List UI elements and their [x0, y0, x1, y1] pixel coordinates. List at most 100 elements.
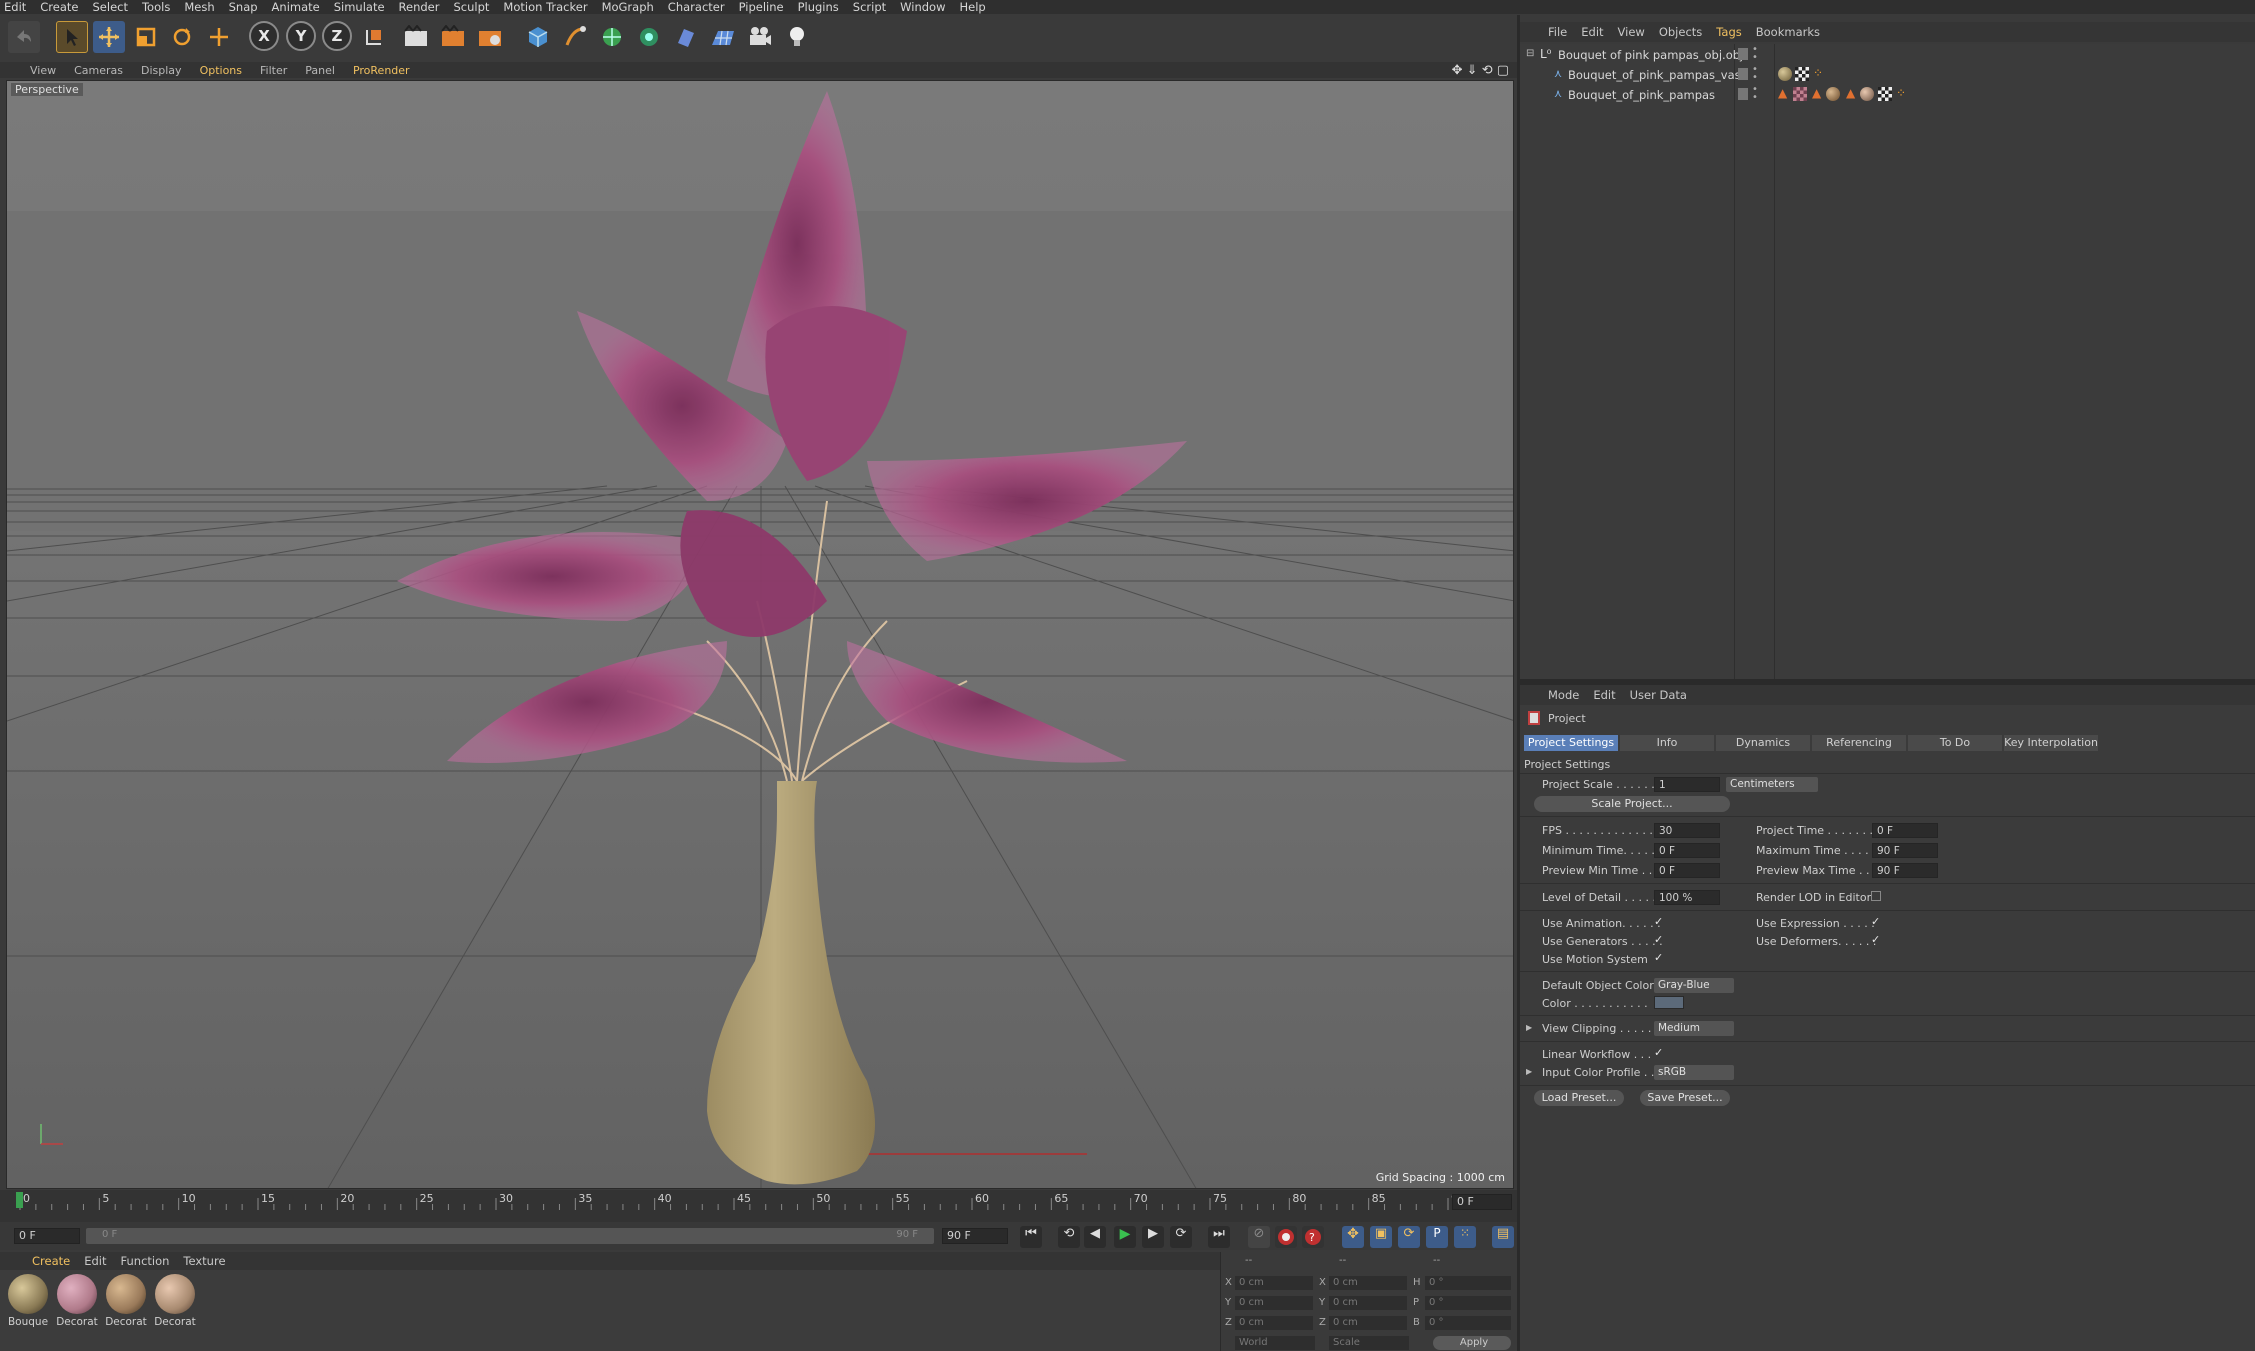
world-dropdown[interactable]: World: [1235, 1336, 1315, 1350]
cube-icon[interactable]: [522, 21, 554, 53]
key-pla-icon[interactable]: ⁙: [1454, 1226, 1476, 1248]
use-generators-checkbox[interactable]: ✓: [1654, 934, 1664, 945]
tab-project-settings[interactable]: Project Settings: [1524, 735, 1618, 751]
material-tag-icon[interactable]: [1793, 87, 1807, 101]
autokey-icon[interactable]: ?: [1302, 1226, 1324, 1248]
rotation-p-field[interactable]: 0 °: [1425, 1296, 1511, 1310]
tab-referencing[interactable]: Referencing: [1812, 735, 1906, 751]
default-object-color-dropdown[interactable]: Gray-Blue: [1654, 978, 1734, 993]
timeline-ruler[interactable]: 051015202530354045505560657075808590: [14, 1190, 1465, 1210]
view-clipping-dropdown[interactable]: Medium: [1654, 1021, 1734, 1036]
deformer-icon[interactable]: [670, 21, 702, 53]
material-swatch[interactable]: Decorat: [153, 1274, 197, 1336]
menu-tools[interactable]: Tools: [142, 0, 170, 14]
menu-window[interactable]: Window: [900, 0, 945, 14]
position-z-field[interactable]: 0 cm: [1235, 1316, 1313, 1330]
timeline-layout-icon[interactable]: ▤: [1492, 1226, 1514, 1248]
menu-snap[interactable]: Snap: [229, 0, 258, 14]
max-frame-field[interactable]: 90 F: [942, 1228, 1008, 1244]
menu-edit[interactable]: Edit: [4, 0, 26, 14]
pen-spline-icon[interactable]: [559, 21, 591, 53]
menu-create[interactable]: Create: [40, 0, 78, 14]
material-menu-function[interactable]: Function: [121, 1254, 170, 1268]
apply-button[interactable]: Apply: [1433, 1336, 1511, 1350]
tab-dynamics[interactable]: Dynamics: [1716, 735, 1810, 751]
y-axis-toggle[interactable]: Y: [286, 21, 316, 51]
key-scale-icon[interactable]: ▣: [1370, 1226, 1392, 1248]
camera-icon[interactable]: [744, 21, 776, 53]
render-to-picture-viewer-icon[interactable]: [437, 21, 469, 53]
tab-info[interactable]: Info: [1620, 735, 1714, 751]
material-tag-icon[interactable]: [1860, 87, 1874, 101]
menu-character[interactable]: Character: [668, 0, 725, 14]
om-menu-tags[interactable]: Tags: [1716, 25, 1741, 39]
undo-icon[interactable]: [8, 21, 40, 53]
scale-dropdown[interactable]: Scale: [1329, 1336, 1409, 1350]
tab-to-do[interactable]: To Do: [1908, 735, 2002, 751]
object-row[interactable]: ⋏ Bouquet_of_pink_pampas_vase • • ⁘: [1520, 65, 2255, 84]
menu-motion-tracker[interactable]: Motion Tracker: [503, 0, 587, 14]
save-preset-button[interactable]: Save Preset...: [1640, 1090, 1730, 1106]
material-menu-texture[interactable]: Texture: [183, 1254, 225, 1268]
linear-workflow-checkbox[interactable]: ✓: [1654, 1047, 1664, 1058]
key-position-icon[interactable]: ✥: [1342, 1226, 1364, 1248]
use-deformers-checkbox[interactable]: ✓: [1871, 934, 1881, 945]
size-z-field[interactable]: 0 cm: [1329, 1316, 1407, 1330]
size-x-field[interactable]: 0 cm: [1329, 1276, 1407, 1290]
visibility-dots-icon[interactable]: • •: [1752, 45, 1758, 63]
x-axis-toggle[interactable]: X: [249, 21, 279, 51]
menu-help[interactable]: Help: [960, 0, 986, 14]
scale-project-button[interactable]: Scale Project...: [1534, 796, 1730, 812]
menu-select[interactable]: Select: [93, 0, 128, 14]
visibility-dots-icon[interactable]: • •: [1752, 85, 1758, 103]
coordinate-system-icon[interactable]: [358, 21, 390, 53]
timeline[interactable]: 051015202530354045505560657075808590 0 F: [0, 1190, 1517, 1222]
material-tag-icon[interactable]: [1778, 67, 1792, 81]
material-menu-edit[interactable]: Edit: [84, 1254, 106, 1268]
viewport-menu-cameras[interactable]: Cameras: [74, 64, 123, 77]
position-x-field[interactable]: 0 cm: [1235, 1276, 1313, 1290]
previous-key-icon[interactable]: ⟲: [1058, 1226, 1080, 1248]
load-preset-button[interactable]: Load Preset...: [1534, 1090, 1624, 1106]
rotation-h-field[interactable]: 0 °: [1425, 1276, 1511, 1290]
3d-viewport[interactable]: Perspective Grid Spacing : 1000 cm: [6, 80, 1514, 1189]
rotation-b-field[interactable]: 0 °: [1425, 1316, 1511, 1330]
playhead[interactable]: [16, 1192, 23, 1208]
viewport-menu-options[interactable]: Options: [200, 64, 242, 77]
last-tool-icon[interactable]: [203, 21, 235, 53]
timeline-end-field[interactable]: 0 F: [1452, 1194, 1512, 1210]
viewport-nav-icons[interactable]: ✥ ⇓ ⟲ ▢: [1452, 63, 1509, 78]
use-expression-checkbox[interactable]: ✓: [1871, 916, 1881, 927]
light-icon[interactable]: [781, 21, 813, 53]
material-swatch[interactable]: Decorat: [55, 1274, 99, 1336]
play-icon[interactable]: ▶: [1114, 1226, 1136, 1248]
current-frame-field[interactable]: 0 F: [14, 1228, 80, 1244]
maximum-time-field[interactable]: 90 F: [1872, 843, 1938, 858]
menu-mograph[interactable]: MoGraph: [602, 0, 654, 14]
minimum-time-field[interactable]: 0 F: [1654, 843, 1720, 858]
project-scale-unit-dropdown[interactable]: Centimeters: [1726, 777, 1818, 792]
select-arrow-icon[interactable]: [56, 21, 88, 53]
menu-animate[interactable]: Animate: [272, 0, 320, 14]
array-icon[interactable]: [633, 21, 665, 53]
scale-icon[interactable]: [130, 21, 162, 53]
render-settings-icon[interactable]: [474, 21, 506, 53]
size-y-field[interactable]: 0 cm: [1329, 1296, 1407, 1310]
color-swatch[interactable]: [1654, 996, 1684, 1009]
next-frame-icon[interactable]: ▶: [1142, 1226, 1164, 1248]
use-animation-checkbox[interactable]: ✓: [1654, 916, 1664, 927]
z-axis-toggle[interactable]: Z: [322, 21, 352, 51]
visibility-toggle-icon[interactable]: [1738, 68, 1748, 80]
viewport-menu-display[interactable]: Display: [141, 64, 182, 77]
viewport-camera-label[interactable]: Perspective: [11, 83, 83, 96]
rotate-icon[interactable]: [166, 21, 198, 53]
material-tag-icon[interactable]: [1826, 87, 1840, 101]
om-menu-view[interactable]: View: [1618, 25, 1645, 39]
go-to-end-icon[interactable]: ⏭: [1208, 1226, 1230, 1248]
next-key-icon[interactable]: ⟳: [1170, 1226, 1192, 1248]
motion-record-icon[interactable]: ⊘: [1248, 1226, 1270, 1248]
viewport-menu-prorender[interactable]: ProRender: [353, 64, 410, 77]
project-scale-field[interactable]: 1: [1654, 777, 1720, 792]
preview-max-time-field[interactable]: 90 F: [1872, 863, 1938, 878]
position-y-field[interactable]: 0 cm: [1235, 1296, 1313, 1310]
